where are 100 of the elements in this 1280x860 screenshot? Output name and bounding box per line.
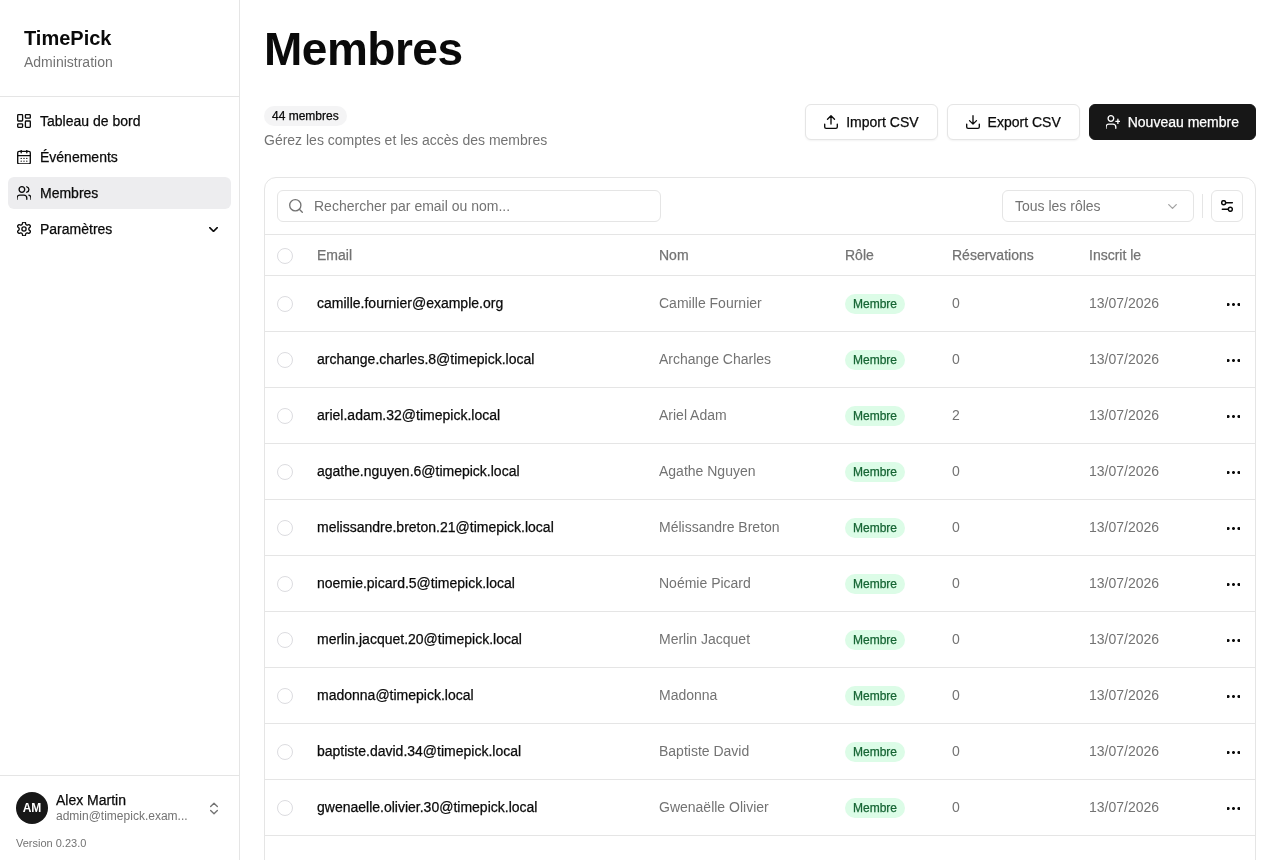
chevrons-up-down-icon[interactable]	[210, 801, 218, 815]
role-badge: Membre	[845, 406, 905, 426]
ellipsis-icon	[1226, 639, 1240, 643]
role-select[interactable]: Tous les rôles	[1002, 190, 1194, 222]
chevron-down-icon	[1168, 203, 1177, 209]
member-name: Camille Fournier	[659, 295, 762, 311]
page-subtitle: Gérez les comptes et les accès des membres	[264, 131, 548, 150]
reservation-count: 2	[952, 407, 960, 423]
row-checkbox[interactable]	[277, 351, 293, 368]
member-name: Baptiste David	[659, 743, 750, 759]
search-icon	[289, 199, 303, 213]
row-checkbox[interactable]	[277, 407, 293, 424]
role-badge: Membre	[845, 798, 905, 818]
reservation-count: 0	[952, 631, 960, 647]
member-email: gwenaelle.olivier.30@timepick.local	[317, 799, 538, 815]
ellipsis-icon	[1226, 359, 1240, 363]
user-avatar: AM	[16, 792, 48, 824]
column-header: Inscrit le	[1089, 246, 1142, 263]
download-icon	[965, 115, 980, 129]
signup-date: 13/07/2026	[1089, 351, 1160, 367]
member-name: Agathe Nguyen	[659, 463, 756, 479]
calendar-icon	[17, 150, 31, 164]
member-email: noemie.picard.5@timepick.local	[317, 575, 515, 591]
member-email: archange.charles.8@timepick.local	[317, 351, 535, 367]
role-badge: Membre	[845, 294, 905, 314]
row-checkbox[interactable]	[277, 799, 293, 816]
role-badge: Membre	[845, 350, 905, 370]
role-badge: Membre	[845, 686, 905, 706]
count-badge: 44 membres	[264, 106, 347, 126]
column-header: Nom	[659, 246, 689, 263]
signup-date: 13/07/2026	[1089, 799, 1160, 815]
column-header: Email	[317, 246, 352, 263]
role-badge: Membre	[845, 574, 905, 594]
reservation-count: 0	[952, 463, 960, 479]
version-text: Version 0.23.0	[16, 836, 88, 850]
reservation-count: 0	[952, 743, 960, 759]
reservation-count: 0	[952, 351, 960, 367]
reservation-count: 0	[952, 295, 960, 311]
users-icon	[17, 186, 31, 200]
user-email: admin@timepick.exam...	[56, 808, 188, 824]
member-email: madonna@timepick.local	[317, 687, 474, 703]
sliders-icon	[1221, 200, 1233, 212]
signup-date: 13/07/2026	[1089, 463, 1160, 479]
import-button[interactable]: Import CSV	[805, 104, 938, 140]
row-checkbox[interactable]	[277, 687, 293, 704]
app-subtitle: Administration	[24, 53, 114, 72]
column-header: Rôle	[845, 246, 874, 263]
layout-grid-icon	[17, 114, 31, 128]
ellipsis-icon	[1226, 751, 1240, 755]
role-badge: Membre	[845, 742, 905, 762]
member-email: agathe.nguyen.6@timepick.local	[317, 463, 520, 479]
reservation-count: 0	[952, 575, 960, 591]
member-name: Ariel Adam	[659, 407, 727, 423]
member-email: merlin.jacquet.20@timepick.local	[317, 631, 522, 647]
nav-item[interactable]: Membres	[8, 177, 231, 209]
signup-date: 13/07/2026	[1089, 687, 1160, 703]
row-checkbox[interactable]	[277, 575, 293, 592]
member-name: Archange Charles	[659, 351, 772, 367]
ellipsis-icon	[1226, 303, 1240, 307]
settings-icon	[17, 222, 31, 236]
app-name: TimePick	[24, 26, 113, 51]
reservation-count: 0	[952, 687, 960, 703]
ellipsis-icon	[1226, 583, 1240, 587]
member-name: Noémie Picard	[659, 575, 751, 591]
new-member-button[interactable]: Nouveau membre	[1088, 104, 1256, 140]
member-email: camille.fournier@example.org	[317, 295, 504, 311]
ellipsis-icon	[1226, 415, 1240, 419]
search-field[interactable]: Rechercher par email ou nom...	[277, 190, 661, 222]
signup-date: 13/07/2026	[1089, 575, 1160, 591]
signup-date: 13/07/2026	[1089, 519, 1160, 535]
role-badge: Membre	[845, 462, 905, 482]
export-button[interactable]: Export CSV	[946, 104, 1080, 140]
member-email: melissandre.breton.21@timepick.local	[317, 519, 554, 535]
page-title: Membres	[264, 25, 464, 73]
row-checkbox[interactable]	[277, 463, 293, 480]
chevron-down-icon[interactable]	[209, 226, 218, 232]
signup-date: 13/07/2026	[1089, 295, 1160, 311]
member-email: baptiste.david.34@timepick.local	[317, 743, 522, 759]
member-name: Merlin Jacquet	[659, 631, 751, 647]
user-plus-icon	[1105, 115, 1120, 129]
column-header: Réservations	[952, 246, 1034, 263]
select-all-checkbox[interactable]	[277, 247, 293, 264]
signup-date: 13/07/2026	[1089, 743, 1160, 759]
row-checkbox[interactable]	[277, 631, 293, 648]
row-checkbox[interactable]	[277, 519, 293, 536]
member-name: Mélissandre Breton	[659, 519, 780, 535]
signup-date: 13/07/2026	[1089, 631, 1160, 647]
user-name: Alex Martin	[56, 792, 128, 808]
reservation-count: 0	[952, 519, 960, 535]
reservation-count: 0	[952, 799, 960, 815]
upload-icon	[824, 115, 839, 129]
filter-button[interactable]	[1211, 190, 1243, 222]
signup-date: 13/07/2026	[1089, 407, 1160, 423]
member-name: Madonna	[659, 687, 718, 703]
member-name: Gwenaëlle Olivier	[659, 799, 769, 815]
row-checkbox[interactable]	[277, 743, 293, 760]
row-checkbox[interactable]	[277, 295, 293, 312]
ellipsis-icon	[1226, 695, 1240, 699]
ellipsis-icon	[1226, 527, 1240, 531]
role-badge: Membre	[845, 630, 905, 650]
